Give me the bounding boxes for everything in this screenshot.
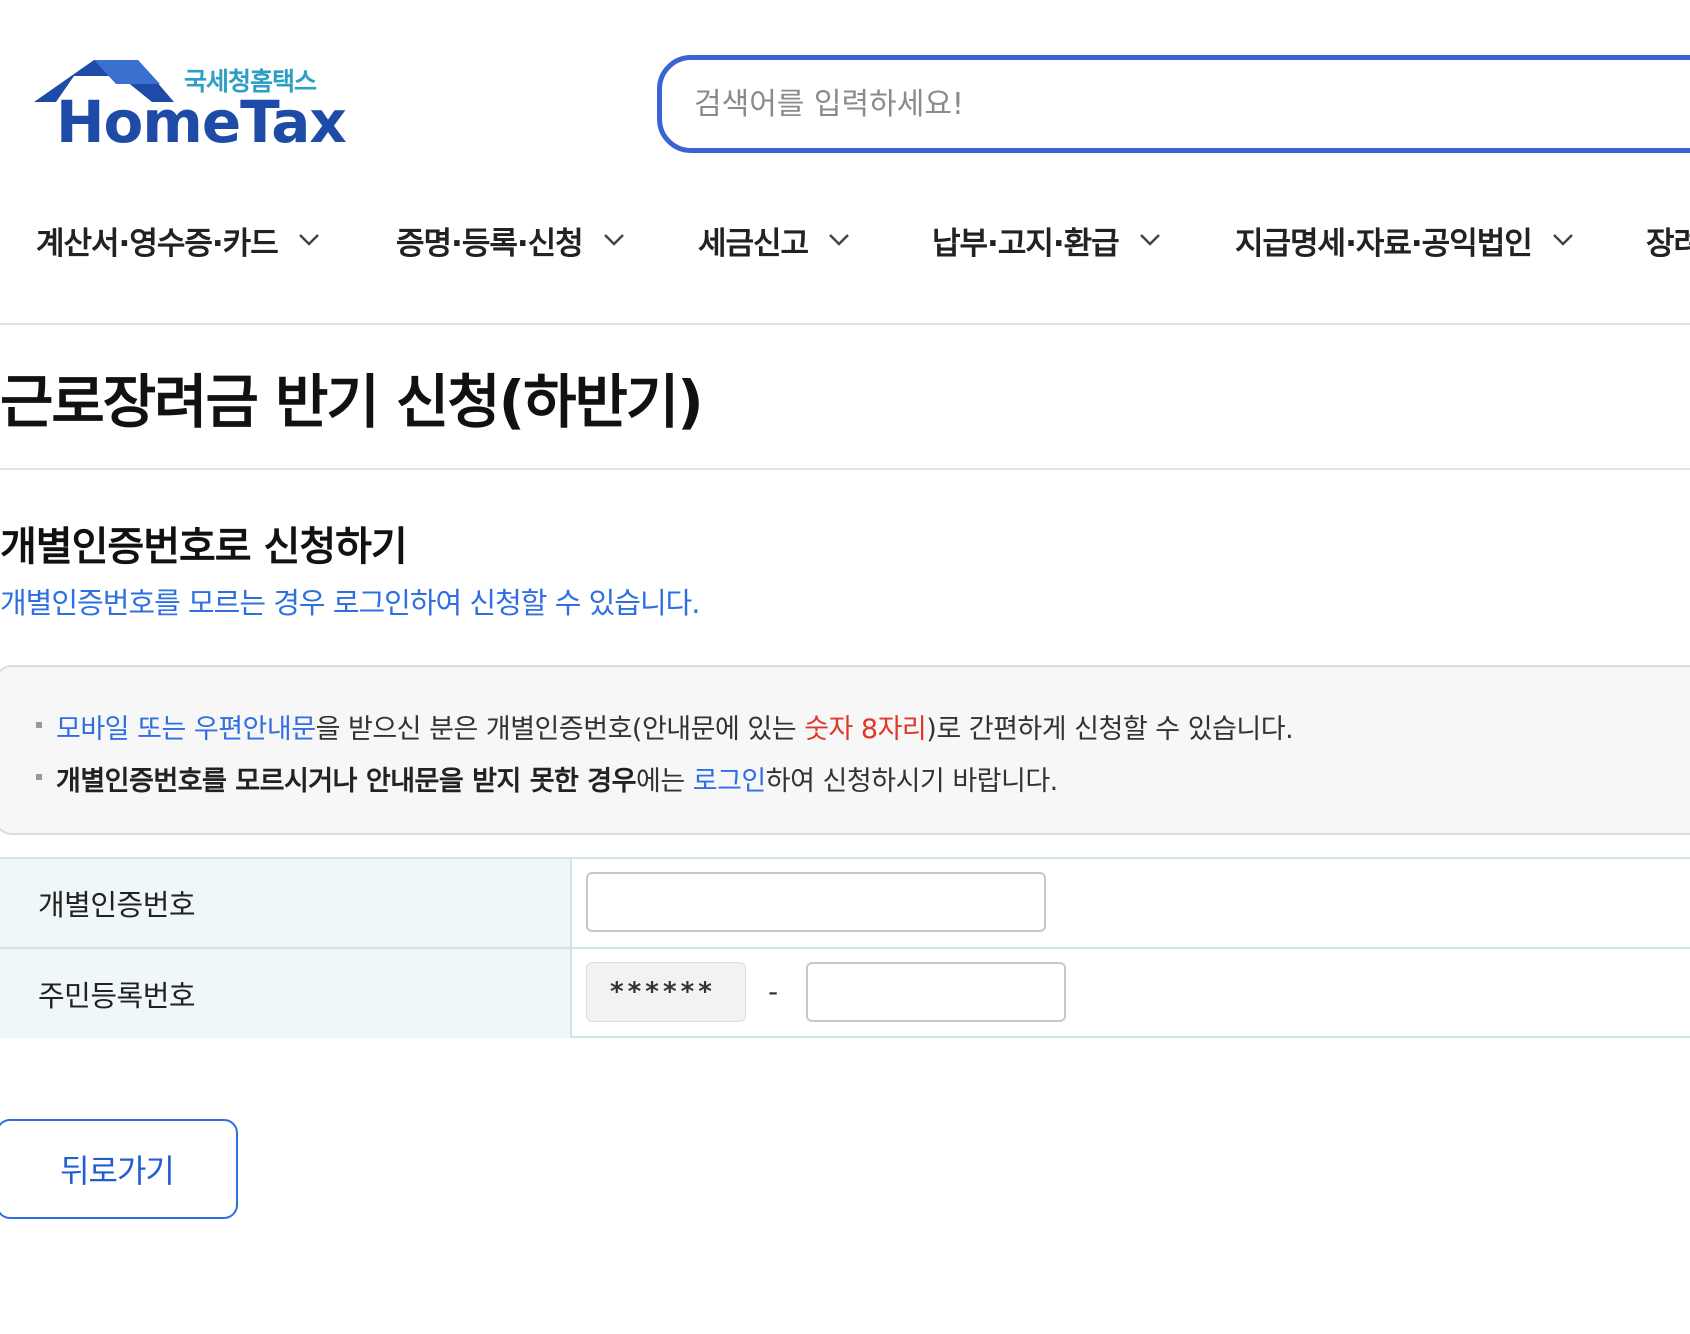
- nav-item-incentive[interactable]: 장려: [1646, 210, 1690, 270]
- notice-line-2: 개별인증번호를 모르시거나 안내문을 받지 못한 경우에는 로그인하여 신청하시…: [36, 759, 1058, 798]
- bullet-icon: [36, 773, 42, 780]
- nav-item-invoice[interactable]: 계산서·영수증·카드: [36, 210, 320, 270]
- title-divider: [0, 468, 1690, 470]
- login-link[interactable]: 로그인: [693, 766, 767, 797]
- main-nav: 계산서·영수증·카드 증명·등록·신청 세금신고 납부·고지·환급 지급명세·자…: [0, 210, 1690, 270]
- section-title: 개별인증번호로 신청하기: [0, 524, 408, 570]
- hometax-logo[interactable]: 국세청홈택스 HomeTax: [34, 52, 347, 156]
- section-subtitle: 개별인증번호를 모르는 경우 로그인하여 신청할 수 있습니다.: [0, 586, 701, 620]
- nav-divider: [0, 323, 1690, 325]
- nav-label: 납부·고지·환급: [932, 225, 1120, 262]
- header: 국세청홈택스 HomeTax: [0, 0, 1690, 180]
- chevron-down-icon: [603, 234, 624, 246]
- search-box: [657, 55, 1690, 153]
- logo-text: HomeTax: [56, 88, 347, 156]
- notice-text: )로 간편하게 신청할 수 있습니다.: [926, 714, 1294, 745]
- nav-label: 세금신고: [698, 225, 809, 262]
- nav-item-certificate[interactable]: 증명·등록·신청: [396, 210, 625, 270]
- rrn-front-masked: ******: [586, 962, 746, 1022]
- notice-emphasis: 숫자 8자리: [804, 714, 927, 745]
- rrn-label: 주민등록번호: [0, 949, 572, 1038]
- notice-highlight: 모바일 또는 우편안내문: [56, 714, 316, 745]
- nav-label: 지급명세·자료·공익법인: [1235, 225, 1533, 262]
- notice-text: 에는: [635, 766, 693, 797]
- chevron-down-icon: [1139, 234, 1160, 246]
- notice-line-1: 모바일 또는 우편안내문을 받으신 분은 개별인증번호(안내문에 있는 숫자 8…: [36, 707, 1294, 746]
- nav-item-payment-statement[interactable]: 지급명세·자료·공익법인: [1235, 210, 1574, 270]
- notice-text: 을 받으신 분은 개별인증번호(안내문에 있는: [315, 714, 805, 745]
- nav-label: 장려: [1646, 225, 1690, 262]
- back-button[interactable]: 뒤로가기: [0, 1119, 238, 1219]
- notice-text: 하여 신청하시기 바랍니다.: [765, 766, 1059, 797]
- rrn-dash: -: [768, 975, 779, 1008]
- auth-number-input[interactable]: [586, 872, 1046, 932]
- rrn-back-input[interactable]: [806, 962, 1066, 1022]
- chevron-down-icon: [298, 234, 319, 246]
- notice-bold: 개별인증번호를 모르시거나 안내문을 받지 못한 경우: [56, 766, 636, 797]
- auth-number-label: 개별인증번호: [0, 859, 572, 947]
- chevron-down-icon: [829, 234, 849, 246]
- nav-item-payment[interactable]: 납부·고지·환급: [932, 210, 1161, 270]
- search-input[interactable]: [692, 74, 1592, 134]
- notice-box: 모바일 또는 우편안내문을 받으신 분은 개별인증번호(안내문에 있는 숫자 8…: [0, 665, 1690, 835]
- bullet-icon: [36, 721, 42, 728]
- nav-item-tax-report[interactable]: 세금신고: [698, 210, 850, 270]
- nav-label: 증명·등록·신청: [396, 225, 584, 262]
- nav-label: 계산서·영수증·카드: [36, 225, 279, 262]
- page-title: 근로장려금 반기 신청(하반기): [0, 368, 704, 436]
- chevron-down-icon: [1552, 234, 1573, 246]
